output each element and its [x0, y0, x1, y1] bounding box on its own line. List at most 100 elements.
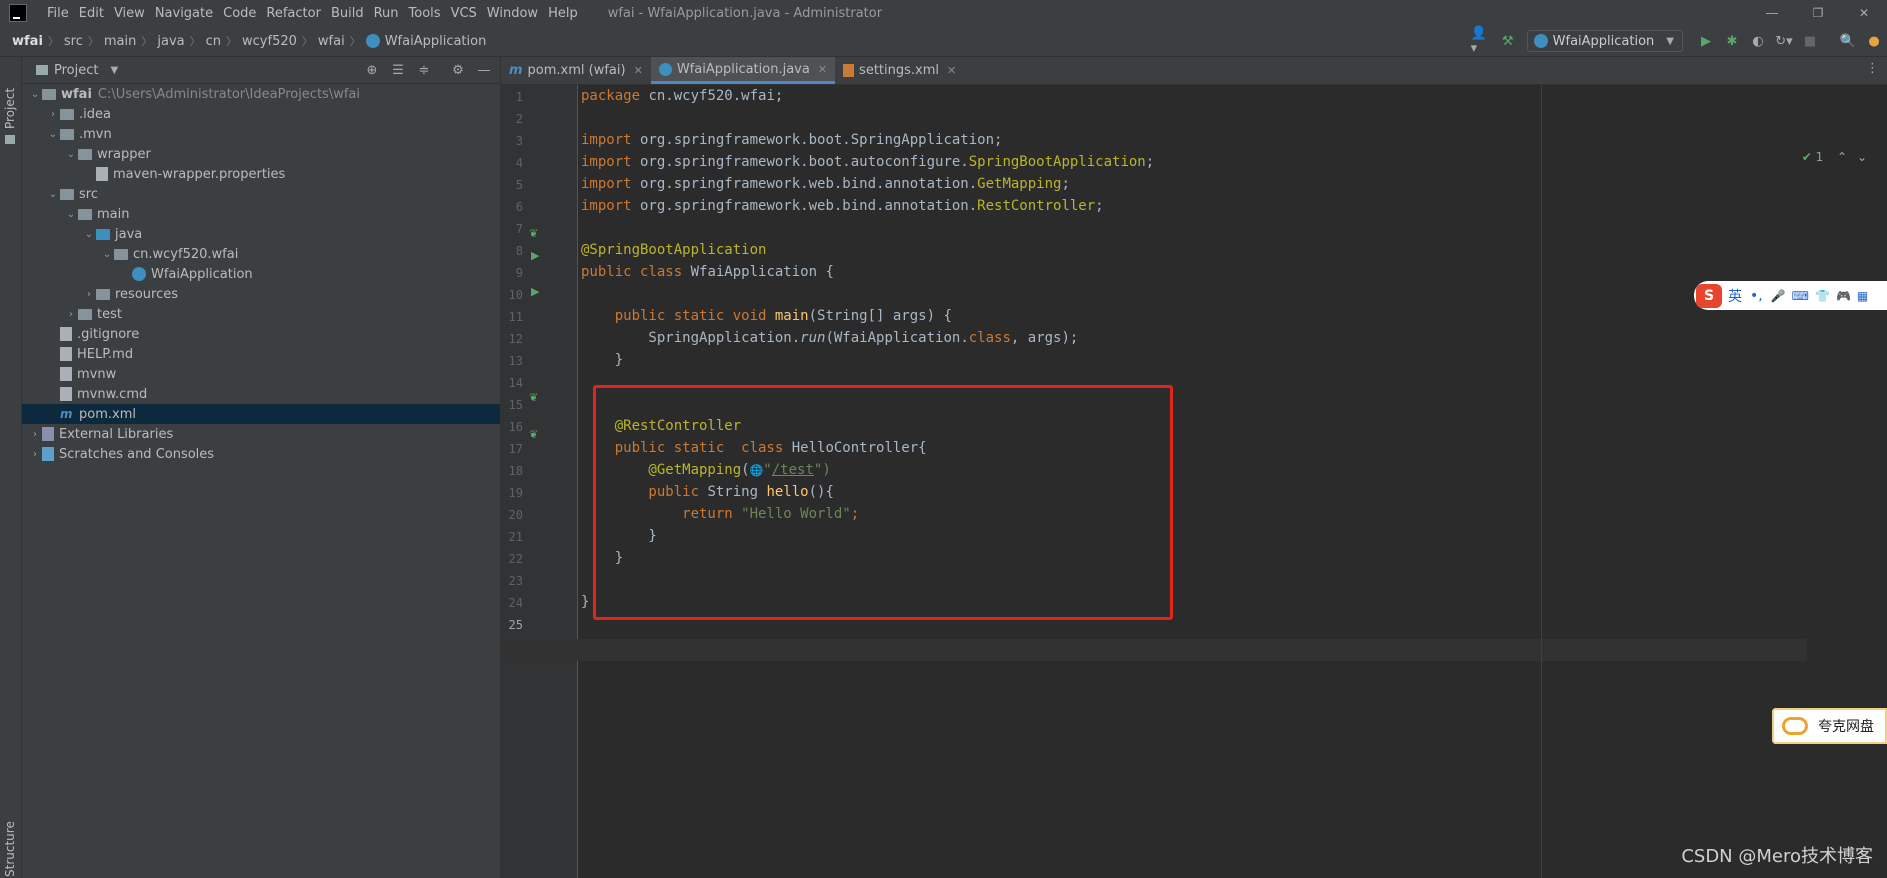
tree-item[interactable]: › resources — [22, 284, 500, 304]
close-window-icon[interactable]: ✕ — [1841, 0, 1887, 26]
breadcrumb-src[interactable]: src — [64, 34, 83, 49]
close-icon[interactable]: ✕ — [634, 64, 643, 77]
breadcrumb-cn[interactable]: cn — [206, 34, 221, 49]
debug-icon[interactable]: ✱ — [1721, 30, 1743, 52]
hide-panel-icon[interactable]: — — [474, 63, 494, 78]
ime-language-toggle[interactable]: 英 — [1728, 286, 1742, 306]
run-gutter-icon[interactable]: ▶ — [531, 249, 539, 262]
tree-item[interactable]: ⌄ src — [22, 184, 500, 204]
close-icon[interactable]: ✕ — [947, 64, 956, 77]
build-hammer-icon[interactable]: ⚒ — [1497, 30, 1519, 52]
minimize-icon[interactable]: ― — [1749, 0, 1795, 26]
expand-all-icon[interactable]: ☰ — [388, 63, 408, 78]
menu-vcs[interactable]: VCS — [451, 6, 477, 21]
tree-item[interactable]: ⌄ java — [22, 224, 500, 244]
tree-item[interactable]: mvnw — [22, 364, 500, 384]
spring-bean-icon[interactable]: ❦ — [529, 227, 538, 240]
breadcrumb-wcyf520[interactable]: wcyf520 — [242, 34, 297, 49]
quark-drive-widget[interactable]: 夸克网盘 — [1772, 708, 1887, 744]
chevron-down-icon[interactable]: ⌄ — [28, 89, 42, 100]
tab-pom-xml[interactable]: m pom.xml (wfai) ✕ — [501, 57, 651, 84]
menu-tools[interactable]: Tools — [409, 6, 441, 21]
chevron-down-icon[interactable]: ⌄ — [64, 149, 78, 160]
tree-item[interactable]: ⌄ wrapper — [22, 144, 500, 164]
chevron-down-icon[interactable]: ⌄ — [82, 229, 96, 240]
inspection-count: 1 — [1815, 150, 1824, 164]
chevron-down-icon[interactable]: ⌄ — [100, 249, 114, 260]
project-panel-title[interactable]: Project — [54, 63, 98, 78]
structure-tool-tab[interactable]: Structure — [3, 821, 17, 877]
menu-build[interactable]: Build — [331, 6, 364, 21]
chevron-right-icon[interactable]: › — [46, 109, 60, 120]
menu-run[interactable]: Run — [374, 6, 399, 21]
update-icon[interactable]: ● — [1863, 30, 1885, 52]
locate-icon[interactable]: ⊕ — [362, 63, 382, 78]
sogou-logo-icon[interactable]: S — [1696, 283, 1722, 308]
chevron-right-icon[interactable]: › — [64, 309, 78, 320]
restore-icon[interactable]: ❐ — [1795, 0, 1841, 26]
profiler-icon[interactable]: ↻▾ — [1773, 30, 1795, 52]
menu-view[interactable]: View — [114, 6, 145, 21]
keyboard-icon[interactable]: ⌨ — [1792, 289, 1809, 303]
run-configuration-select[interactable]: WfaiApplication ▼ — [1526, 30, 1683, 52]
web-endpoint-icon[interactable]: ❦ — [529, 428, 538, 441]
tree-item[interactable]: mvnw.cmd — [22, 384, 500, 404]
tree-item[interactable]: HELP.md — [22, 344, 500, 364]
chevron-right-icon[interactable]: › — [82, 289, 96, 300]
chevron-down-icon[interactable]: ⌄ — [1857, 150, 1867, 164]
breadcrumb-main[interactable]: main — [104, 34, 136, 49]
toolbox-icon[interactable]: ▦ — [1857, 289, 1868, 303]
breadcrumb-class[interactable]: WfaiApplication — [385, 34, 487, 49]
tree-item-label: .gitignore — [77, 326, 140, 342]
stop-icon[interactable]: ■ — [1799, 30, 1821, 52]
user-icon[interactable]: 👤▾ — [1471, 26, 1493, 56]
tree-item[interactable]: › Scratches and Consoles — [22, 444, 500, 464]
tree-item[interactable]: .gitignore — [22, 324, 500, 344]
chevron-down-icon[interactable]: ⌄ — [64, 209, 78, 220]
inspection-widget[interactable]: ✔ 1 ⌃ ⌄ — [1802, 150, 1867, 164]
chevron-right-icon[interactable]: › — [28, 429, 42, 440]
menu-refactor[interactable]: Refactor — [266, 6, 321, 21]
run-gutter-icon[interactable]: ▶ — [531, 285, 539, 298]
chevron-down-icon[interactable]: ⌄ — [46, 189, 60, 200]
skin-icon[interactable]: 👕 — [1815, 289, 1830, 303]
tab-wfai-application[interactable]: WfaiApplication.java ✕ — [650, 57, 836, 84]
breadcrumb-wfai[interactable]: wfai — [12, 34, 43, 49]
menu-window[interactable]: Window — [487, 6, 538, 21]
menu-file[interactable]: File — [47, 6, 69, 21]
tree-item[interactable]: ⌄ main — [22, 204, 500, 224]
game-icon[interactable]: 🎮 — [1836, 289, 1851, 303]
ime-punct-toggle[interactable]: •, — [1750, 288, 1763, 304]
breadcrumb-wfai-pkg[interactable]: wfai — [318, 34, 345, 49]
run-icon[interactable]: ▶ — [1695, 30, 1717, 52]
tree-item[interactable]: ⌄ .mvn — [22, 124, 500, 144]
menu-navigate[interactable]: Navigate — [155, 6, 213, 21]
tree-item[interactable]: ⌄ wfai C:\Users\Administrator\IdeaProjects… — [22, 84, 500, 104]
tree-item[interactable]: WfaiApplication — [22, 264, 500, 284]
chevron-right-icon[interactable]: › — [28, 449, 42, 460]
spring-bean-icon[interactable]: ❦ — [529, 391, 538, 404]
more-tabs-icon[interactable]: ⋮ — [1866, 61, 1879, 76]
tree-item[interactable]: › test — [22, 304, 500, 324]
gear-icon[interactable]: ⚙ — [448, 63, 468, 78]
menu-help[interactable]: Help — [548, 6, 578, 21]
tree-item-label: mvnw.cmd — [77, 386, 148, 402]
collapse-all-icon[interactable]: ≑ — [414, 63, 434, 78]
tree-item[interactable]: maven-wrapper.properties — [22, 164, 500, 184]
tree-item[interactable]: ⌄ cn.wcyf520.wfai — [22, 244, 500, 264]
chevron-up-icon[interactable]: ⌃ — [1837, 150, 1847, 164]
tab-settings-xml[interactable]: settings.xml ✕ — [835, 57, 964, 84]
coverage-icon[interactable]: ◐ — [1747, 30, 1769, 52]
tree-item[interactable]: m pom.xml — [22, 404, 500, 424]
chevron-down-icon[interactable]: ⌄ — [46, 129, 60, 140]
microphone-icon[interactable]: 🎤 — [1771, 289, 1786, 303]
close-icon[interactable]: ✕ — [818, 63, 827, 76]
project-tool-tab[interactable]: Project — [3, 88, 17, 129]
dropdown-arrow-icon[interactable]: ▼ — [110, 65, 118, 76]
tree-item[interactable]: › External Libraries — [22, 424, 500, 444]
menu-edit[interactable]: Edit — [79, 6, 104, 21]
tree-item[interactable]: › .idea — [22, 104, 500, 124]
breadcrumb-java[interactable]: java — [157, 34, 184, 49]
search-icon[interactable]: 🔍 — [1837, 30, 1859, 52]
menu-code[interactable]: Code — [223, 6, 256, 21]
